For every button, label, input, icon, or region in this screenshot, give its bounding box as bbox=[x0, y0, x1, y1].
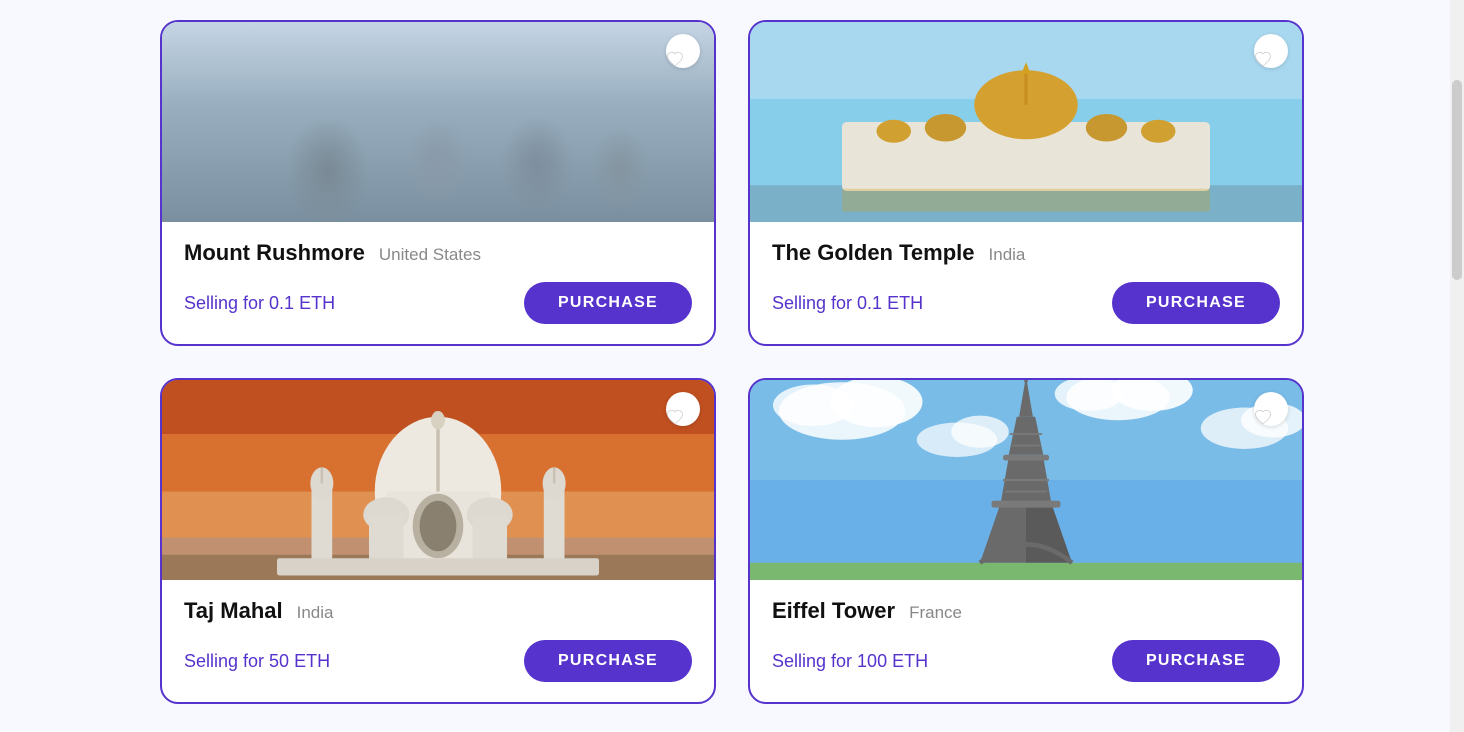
card-image-rushmore bbox=[162, 22, 714, 222]
card-image-wrap bbox=[162, 22, 714, 222]
card-title-taj: Taj Mahal bbox=[184, 598, 283, 624]
favorite-button-rushmore[interactable] bbox=[666, 34, 700, 68]
card-body-taj: Taj Mahal India Selling for 50 ETH PURCH… bbox=[162, 580, 714, 702]
card-body-rushmore: Mount Rushmore United States Selling for… bbox=[162, 222, 714, 344]
card-location-taj: India bbox=[297, 603, 334, 623]
card-title-golden-temple: The Golden Temple bbox=[772, 240, 975, 266]
selling-price-golden-temple: Selling for 0.1 ETH bbox=[772, 293, 923, 314]
purchase-button-rushmore[interactable]: PURCHASE bbox=[524, 282, 692, 324]
selling-price-rushmore: Selling for 0.1 ETH bbox=[184, 293, 335, 314]
purchase-button-golden-temple[interactable]: PURCHASE bbox=[1112, 282, 1280, 324]
card-title-eiffel: Eiffel Tower bbox=[772, 598, 895, 624]
card-image-wrap-eiffel bbox=[750, 380, 1302, 580]
purchase-button-taj[interactable]: PURCHASE bbox=[524, 640, 692, 682]
card-taj-mahal: Taj Mahal India Selling for 50 ETH PURCH… bbox=[160, 378, 716, 704]
purchase-button-eiffel[interactable]: PURCHASE bbox=[1112, 640, 1280, 682]
card-title-row-eiffel: Eiffel Tower France bbox=[772, 598, 1280, 624]
card-image-wrap-taj bbox=[162, 380, 714, 580]
card-mount-rushmore: Mount Rushmore United States Selling for… bbox=[160, 20, 716, 346]
card-footer-gt: Selling for 0.1 ETH PURCHASE bbox=[772, 282, 1280, 324]
scrollbar-track bbox=[1450, 0, 1464, 732]
card-grid: Mount Rushmore United States Selling for… bbox=[0, 0, 1464, 724]
card-footer-eiffel: Selling for 100 ETH PURCHASE bbox=[772, 640, 1280, 682]
favorite-button-golden-temple[interactable] bbox=[1254, 34, 1288, 68]
selling-price-taj: Selling for 50 ETH bbox=[184, 651, 330, 672]
card-image-wrap-gt bbox=[750, 22, 1302, 222]
card-title-row-gt: The Golden Temple India bbox=[772, 240, 1280, 266]
card-location-golden-temple: India bbox=[989, 245, 1026, 265]
favorite-button-taj[interactable] bbox=[666, 392, 700, 426]
card-golden-temple: The Golden Temple India Selling for 0.1 … bbox=[748, 20, 1304, 346]
card-image-eiffel bbox=[750, 380, 1302, 580]
card-title-rushmore: Mount Rushmore bbox=[184, 240, 365, 266]
card-title-row-taj: Taj Mahal India bbox=[184, 598, 692, 624]
card-image-golden-temple bbox=[750, 22, 1302, 222]
favorite-button-eiffel[interactable] bbox=[1254, 392, 1288, 426]
card-eiffel: Eiffel Tower France Selling for 100 ETH … bbox=[748, 378, 1304, 704]
card-body-golden-temple: The Golden Temple India Selling for 0.1 … bbox=[750, 222, 1302, 344]
card-footer-taj: Selling for 50 ETH PURCHASE bbox=[184, 640, 692, 682]
card-body-eiffel: Eiffel Tower France Selling for 100 ETH … bbox=[750, 580, 1302, 702]
card-title-row-rushmore: Mount Rushmore United States bbox=[184, 240, 692, 266]
selling-price-eiffel: Selling for 100 ETH bbox=[772, 651, 928, 672]
card-location-eiffel: France bbox=[909, 603, 962, 623]
card-location-rushmore: United States bbox=[379, 245, 481, 265]
card-image-taj bbox=[162, 380, 714, 580]
scrollbar-thumb[interactable] bbox=[1452, 80, 1462, 280]
card-footer-rushmore: Selling for 0.1 ETH PURCHASE bbox=[184, 282, 692, 324]
